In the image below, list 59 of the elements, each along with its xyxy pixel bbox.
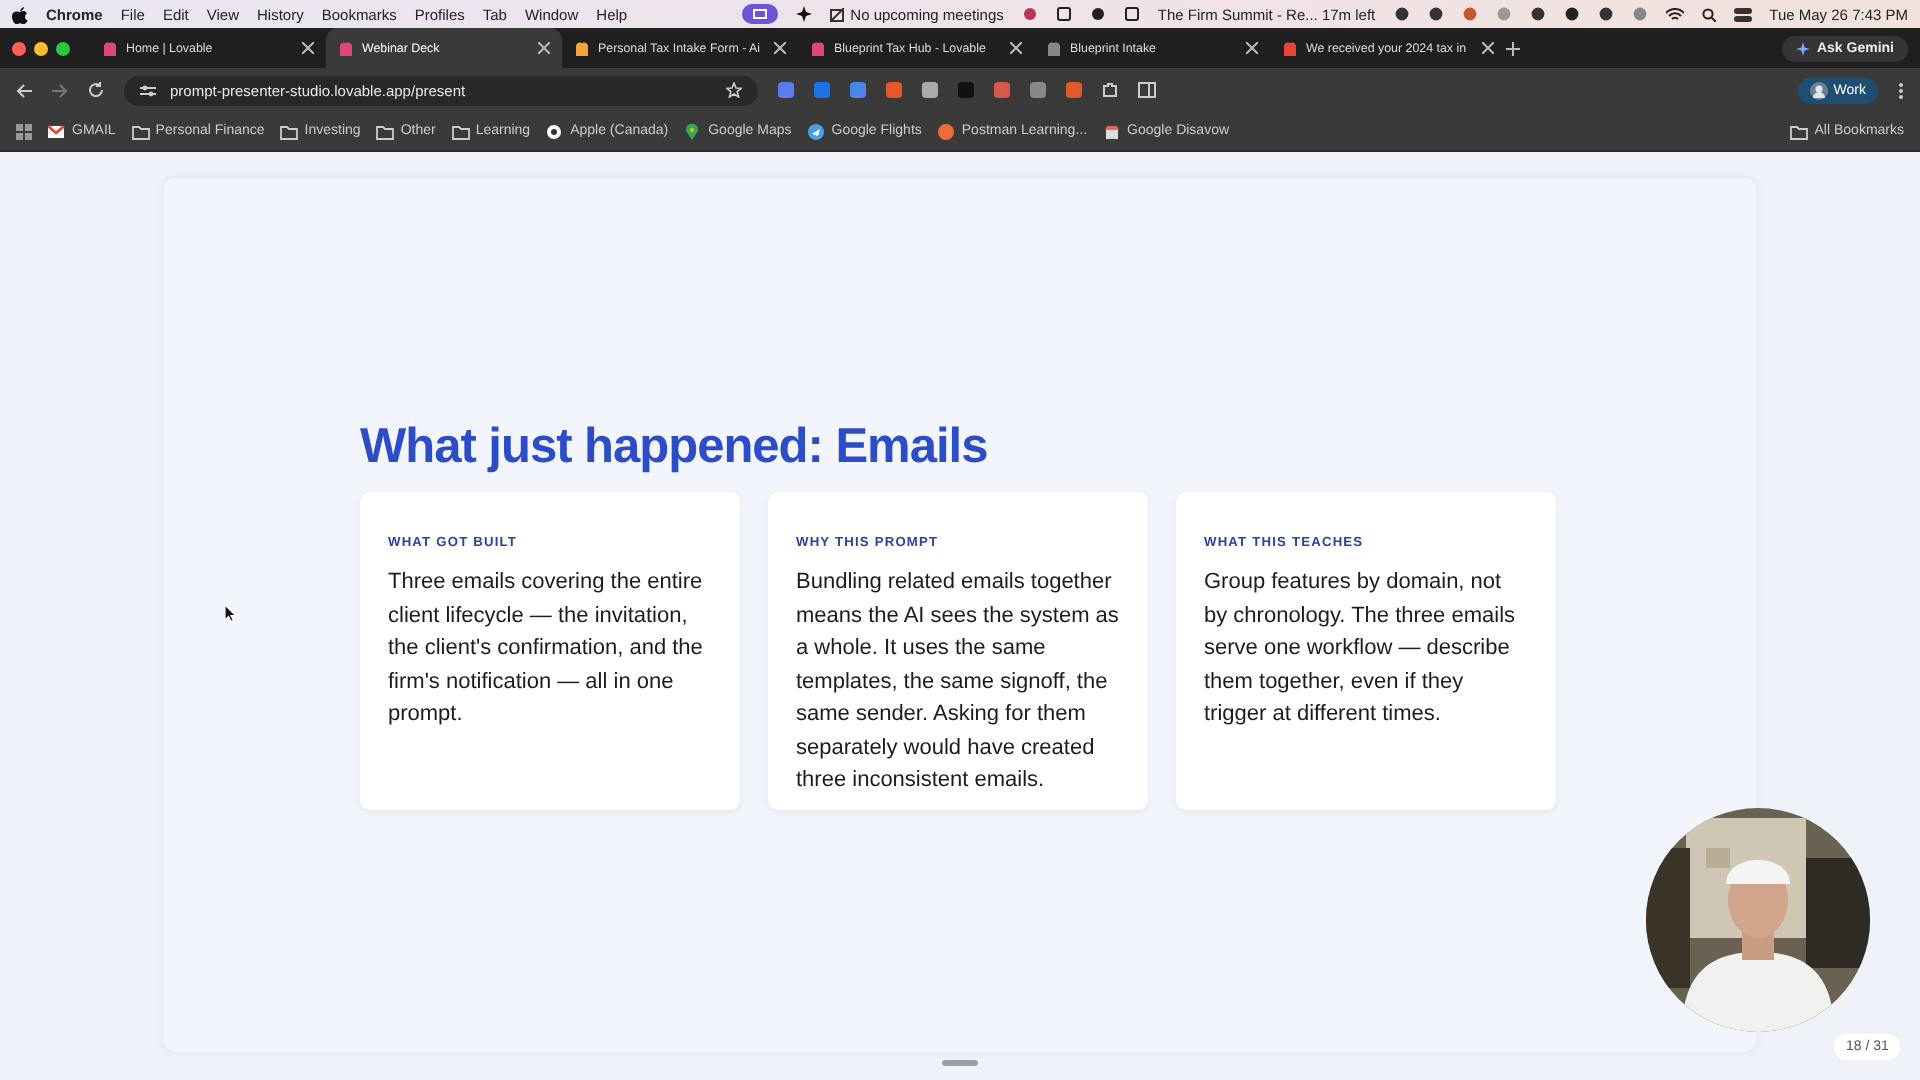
mail-icon: [48, 123, 66, 139]
extension-icon[interactable]: [885, 82, 902, 98]
puzzle-icon[interactable]: [1101, 82, 1118, 98]
drag-handle[interactable]: [942, 1060, 978, 1066]
search-icon[interactable]: [1701, 7, 1716, 21]
favicon-icon: [102, 40, 118, 56]
favicon-icon: [1046, 40, 1062, 56]
extension-icon[interactable]: [777, 82, 794, 98]
close-window-icon[interactable]: [12, 41, 26, 55]
extension-icon[interactable]: [813, 82, 830, 98]
bookmark-star-icon[interactable]: [725, 82, 742, 98]
map-pin-icon: [684, 123, 703, 139]
close-icon[interactable]: [1246, 42, 1258, 54]
folder-icon: [280, 123, 299, 139]
site-settings-icon[interactable]: [140, 83, 156, 97]
apps-grid-icon[interactable]: [16, 123, 32, 139]
favicon-icon: [810, 40, 826, 56]
avatar-icon: [1809, 81, 1828, 99]
cursor-icon: [224, 604, 236, 622]
card-text: Three emails covering the entire client lifecycle — the invitation, the client's confirmation, and the firm's notification — all in one prompt.: [388, 568, 705, 730]
screen-share-icon[interactable]: [742, 4, 779, 24]
circle-icon: [546, 123, 565, 139]
favicon-icon: [1282, 40, 1298, 56]
card-text: Bundling related emails together means the AI sees the system as a whole. It uses the same templates, the same signoff, the same sender. Asking for them separately would have created three inconsistent emails.: [796, 568, 1120, 796]
folder-icon: [1790, 123, 1809, 139]
circle-icon: [937, 123, 956, 139]
store-icon: [1103, 123, 1122, 139]
reload-icon[interactable]: [88, 82, 104, 98]
extension-icon[interactable]: [993, 82, 1010, 98]
close-icon[interactable]: [1010, 42, 1022, 54]
favicon-icon: [574, 40, 590, 56]
extension-icon[interactable]: [921, 82, 938, 98]
control-center-icon[interactable]: [1733, 7, 1752, 21]
card-text: Group features by domain, not by chronology. The three emails serve one workflow — describe them together, even if they trigger at different times.: [1204, 568, 1518, 730]
apple-icon[interactable]: [12, 5, 28, 23]
close-icon[interactable]: [302, 42, 314, 54]
folder-icon: [376, 123, 395, 139]
wifi-icon[interactable]: [1665, 7, 1684, 21]
zoom-window-icon[interactable]: [56, 41, 70, 55]
folder-icon: [451, 123, 470, 139]
close-icon[interactable]: [1482, 42, 1494, 54]
sparkle-icon: [1796, 41, 1811, 55]
minimize-window-icon[interactable]: [34, 41, 48, 55]
slide-title: What just happened: Emails: [360, 420, 988, 476]
forward-icon[interactable]: [52, 83, 68, 97]
extension-icon[interactable]: [1065, 82, 1082, 98]
extension-icon[interactable]: [849, 82, 866, 98]
close-icon[interactable]: [774, 42, 786, 54]
sparkle-icon[interactable]: [796, 6, 813, 22]
favicon-icon: [338, 40, 354, 56]
extension-icon[interactable]: [1029, 82, 1046, 98]
back-icon[interactable]: [16, 83, 32, 97]
folder-icon: [131, 123, 150, 139]
side-panel-icon[interactable]: [1137, 82, 1156, 98]
calendar-off-icon[interactable]: [830, 7, 845, 21]
more-icon[interactable]: [1898, 81, 1904, 99]
close-icon[interactable]: [538, 42, 550, 54]
new-tab-icon[interactable]: [1506, 41, 1520, 55]
plane-icon: [807, 123, 826, 139]
